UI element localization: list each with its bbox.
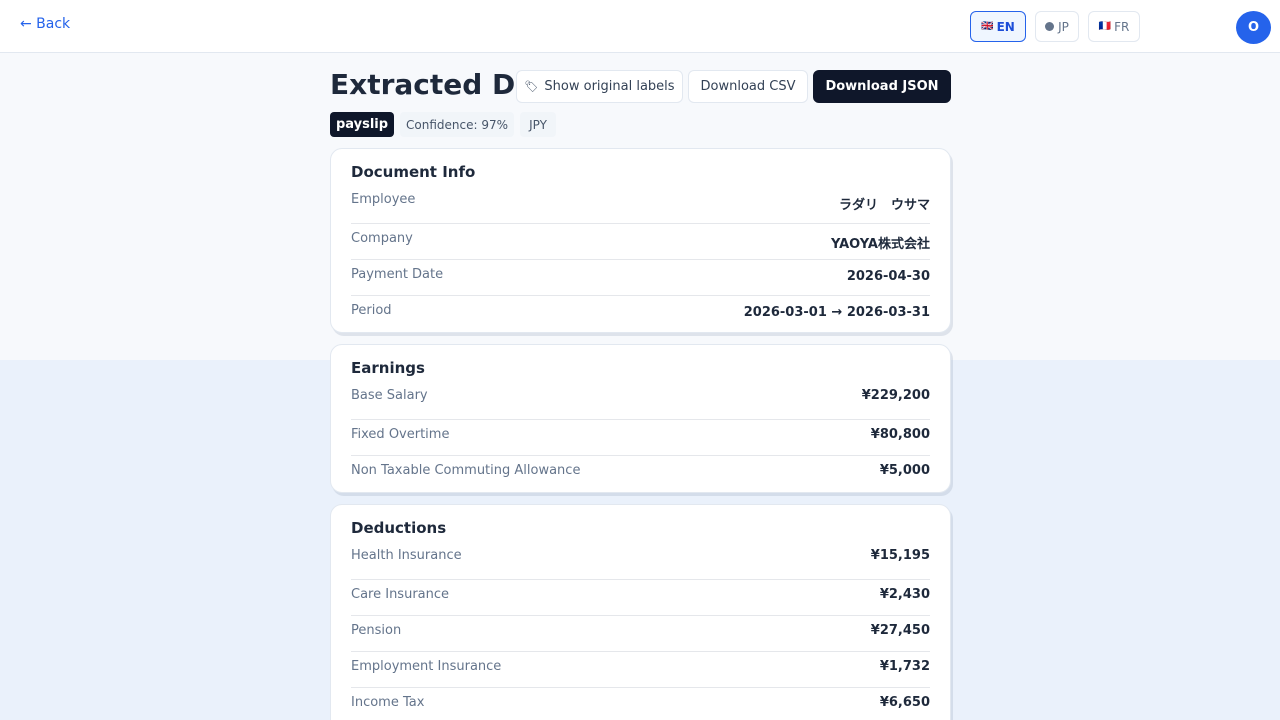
- language-jp-button[interactable]: JP: [1035, 11, 1079, 42]
- field-label: Non Taxable Commuting Allowance: [351, 463, 581, 478]
- field-value: 2026-03-01 → 2026-03-31: [743, 305, 930, 320]
- field-label: Income Tax: [351, 695, 425, 710]
- france-flag-icon: 🇫🇷: [1098, 21, 1111, 32]
- download-json-button[interactable]: Download JSON: [813, 70, 951, 103]
- field-value: ¥6,650: [879, 695, 930, 710]
- section-title: Document Info: [351, 163, 476, 181]
- field-label: Employee: [351, 192, 416, 207]
- field-label: Health Insurance: [351, 548, 462, 563]
- field-row: Non Taxable Commuting Allowance ¥5,000: [351, 455, 930, 491]
- field-label: Employment Insurance: [351, 659, 502, 674]
- currency-badge: JPY: [520, 112, 556, 137]
- field-value: ¥15,195: [870, 548, 930, 563]
- field-value: ¥2,430: [879, 587, 930, 602]
- field-row: Health Insurance ¥15,195: [351, 545, 930, 579]
- field-row: Pension ¥27,450: [351, 615, 930, 651]
- show-original-labels-label: Show original labels: [544, 79, 675, 94]
- field-row: Company YAOYA株式会社: [351, 223, 930, 259]
- field-value: ¥229,200: [861, 388, 930, 403]
- field-value: ラダリ ウサマ: [838, 198, 930, 213]
- field-value: YAOYA株式会社: [830, 237, 930, 252]
- deductions-card: Deductions Health Insurance ¥15,195 Care…: [330, 504, 951, 720]
- user-avatar[interactable]: O: [1236, 11, 1271, 44]
- download-csv-button[interactable]: Download CSV: [688, 70, 808, 103]
- field-label: Period: [351, 303, 392, 318]
- show-original-labels-button[interactable]: 🏷 Show original labels: [516, 70, 683, 103]
- language-jp-label: JP: [1058, 19, 1069, 34]
- japan-flag-icon: [1045, 22, 1055, 31]
- field-value: ¥5,000: [879, 463, 930, 478]
- top-bar: ← Back 🇬🇧 EN JP 🇫🇷 FR O: [0, 0, 1280, 53]
- document-info-card: Document Info Employee ラダリ ウサマ Company Y…: [330, 148, 951, 333]
- language-en-label: EN: [996, 19, 1015, 34]
- field-label: Care Insurance: [351, 587, 450, 602]
- page-title: Extracted Data: [330, 68, 516, 101]
- field-label: Fixed Overtime: [351, 427, 450, 442]
- field-label: Pension: [351, 623, 402, 638]
- field-row: Income Tax ¥6,650: [351, 687, 930, 720]
- field-row: Care Insurance ¥2,430: [351, 579, 930, 615]
- field-row: Fixed Overtime ¥80,800: [351, 419, 930, 455]
- back-link[interactable]: ← Back: [20, 16, 70, 32]
- label-tag-icon: 🏷: [524, 80, 539, 93]
- section-title: Earnings: [351, 359, 425, 377]
- field-value: 2026-04-30: [846, 269, 930, 284]
- field-row: Base Salary ¥229,200: [351, 385, 930, 419]
- uk-flag-icon: 🇬🇧: [981, 21, 993, 32]
- field-row: Payment Date 2026-04-30: [351, 259, 930, 295]
- section-title: Deductions: [351, 519, 447, 537]
- field-value: ¥80,800: [870, 427, 930, 442]
- field-row: Employee ラダリ ウサマ: [351, 189, 930, 223]
- language-fr-label: FR: [1114, 19, 1130, 34]
- field-value: ¥27,450: [870, 623, 930, 638]
- earnings-card: Earnings Base Salary ¥229,200 Fixed Over…: [330, 344, 951, 493]
- language-en-button[interactable]: 🇬🇧 EN: [970, 11, 1026, 42]
- field-label: Base Salary: [351, 388, 428, 403]
- language-fr-button[interactable]: 🇫🇷 FR: [1088, 11, 1140, 42]
- field-label: Company: [351, 231, 413, 246]
- field-label: Payment Date: [351, 267, 444, 282]
- field-row: Period 2026-03-01 → 2026-03-31: [351, 295, 930, 331]
- confidence-badge: Confidence: 97%: [400, 112, 514, 137]
- field-value: ¥1,732: [879, 659, 930, 674]
- field-row: Employment Insurance ¥1,732: [351, 651, 930, 687]
- document-type-badge: payslip: [330, 112, 394, 137]
